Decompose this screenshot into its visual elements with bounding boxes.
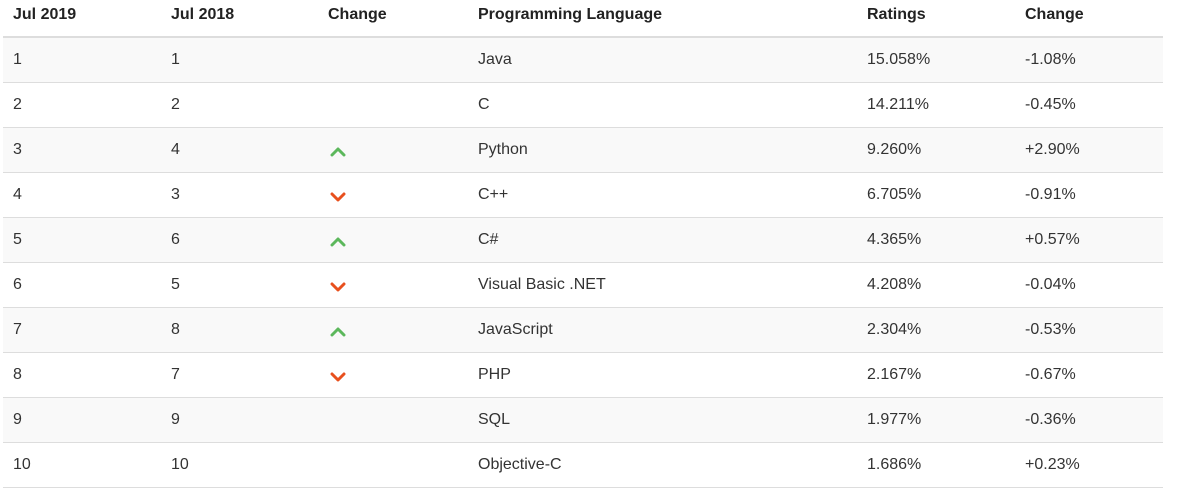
cell-rank-2019: 1: [3, 37, 161, 83]
cell-language: PHP: [468, 352, 857, 398]
chevron-down-icon: [330, 282, 346, 292]
cell-rank-change: [318, 262, 468, 308]
cell-rank-change: [318, 82, 468, 128]
ranking-table-container: Jul 2019 Jul 2018 Change Programming Lan…: [3, 0, 1163, 488]
cell-rank-2019: 6: [3, 262, 161, 308]
header-rank-2018: Jul 2018: [161, 0, 318, 38]
cell-rank-change: [318, 127, 468, 173]
cell-rating: 6.705%: [857, 172, 1015, 218]
cell-rank-2018: 6: [161, 217, 318, 263]
chevron-up-icon: [330, 327, 346, 337]
cell-language: Java: [468, 37, 857, 83]
cell-rank-2019: 2: [3, 82, 161, 128]
cell-rating-change: -0.91%: [1015, 172, 1163, 218]
header-ratings: Ratings: [857, 0, 1015, 38]
cell-language: C: [468, 82, 857, 128]
header-language: Programming Language: [468, 0, 857, 38]
cell-rank-change: [318, 442, 468, 488]
table-body: 1 1 Java 15.058% -1.08% 2 2 C 14.211% -0.45% 3 4 Pyt…: [3, 37, 1163, 488]
cell-rank-2019: 9: [3, 397, 161, 443]
cell-rating-change: +0.57%: [1015, 217, 1163, 263]
cell-rank-2019: 8: [3, 352, 161, 398]
cell-rank-change: [318, 217, 468, 263]
cell-language: Objective-C: [468, 442, 857, 488]
table-row: 5 6 C# 4.365% +0.57%: [3, 217, 1163, 263]
cell-rank-2018: 8: [161, 307, 318, 353]
table-row: 7 8 JavaScript 2.304% -0.53%: [3, 307, 1163, 353]
cell-rank-change: [318, 397, 468, 443]
cell-language: C++: [468, 172, 857, 218]
cell-language: Visual Basic .NET: [468, 262, 857, 308]
table-row: 2 2 C 14.211% -0.45%: [3, 82, 1163, 128]
cell-rank-2018: 3: [161, 172, 318, 218]
cell-rating: 2.304%: [857, 307, 1015, 353]
cell-rank-2018: 9: [161, 397, 318, 443]
cell-rating: 4.208%: [857, 262, 1015, 308]
cell-rank-2018: 4: [161, 127, 318, 173]
cell-rating-change: -0.04%: [1015, 262, 1163, 308]
header-ratings-change: Change: [1015, 0, 1163, 38]
table-row: 3 4 Python 9.260% +2.90%: [3, 127, 1163, 173]
cell-rank-2018: 1: [161, 37, 318, 83]
cell-language: C#: [468, 217, 857, 263]
cell-rating-change: +2.90%: [1015, 127, 1163, 173]
cell-rating: 14.211%: [857, 82, 1015, 128]
cell-rating-change: -0.45%: [1015, 82, 1163, 128]
table-header: Jul 2019 Jul 2018 Change Programming Lan…: [3, 0, 1163, 38]
ranking-table: Jul 2019 Jul 2018 Change Programming Lan…: [3, 0, 1163, 488]
cell-rating-change: -0.36%: [1015, 397, 1163, 443]
cell-rank-2018: 10: [161, 442, 318, 488]
chevron-up-icon: [330, 147, 346, 157]
cell-rating-change: +0.23%: [1015, 442, 1163, 488]
cell-language: SQL: [468, 397, 857, 443]
table-row: 6 5 Visual Basic .NET 4.208% -0.04%: [3, 262, 1163, 308]
header-rank-change: Change: [318, 0, 468, 38]
table-row: 10 10 Objective-C 1.686% +0.23%: [3, 442, 1163, 488]
cell-rank-2018: 5: [161, 262, 318, 308]
cell-rating: 1.686%: [857, 442, 1015, 488]
cell-rank-change: [318, 37, 468, 83]
table-row: 8 7 PHP 2.167% -0.67%: [3, 352, 1163, 398]
chevron-down-icon: [330, 372, 346, 382]
table-row: 1 1 Java 15.058% -1.08%: [3, 37, 1163, 83]
cell-rank-2019: 3: [3, 127, 161, 173]
cell-rank-2019: 4: [3, 172, 161, 218]
cell-rating: 4.365%: [857, 217, 1015, 263]
table-row: 4 3 C++ 6.705% -0.91%: [3, 172, 1163, 218]
cell-rank-2018: 7: [161, 352, 318, 398]
cell-rank-2018: 2: [161, 82, 318, 128]
cell-rating-change: -1.08%: [1015, 37, 1163, 83]
cell-rating-change: -0.67%: [1015, 352, 1163, 398]
cell-rating: 15.058%: [857, 37, 1015, 83]
cell-rank-2019: 7: [3, 307, 161, 353]
cell-rating: 2.167%: [857, 352, 1015, 398]
cell-rating: 9.260%: [857, 127, 1015, 173]
cell-rating: 1.977%: [857, 397, 1015, 443]
cell-rank-2019: 5: [3, 217, 161, 263]
cell-rating-change: -0.53%: [1015, 307, 1163, 353]
cell-language: Python: [468, 127, 857, 173]
cell-rank-change: [318, 307, 468, 353]
cell-language: JavaScript: [468, 307, 857, 353]
table-row: 9 9 SQL 1.977% -0.36%: [3, 397, 1163, 443]
chevron-up-icon: [330, 237, 346, 247]
cell-rank-2019: 10: [3, 442, 161, 488]
header-row: Jul 2019 Jul 2018 Change Programming Lan…: [3, 0, 1163, 38]
cell-rank-change: [318, 172, 468, 218]
header-rank-2019: Jul 2019: [3, 0, 161, 38]
chevron-down-icon: [330, 192, 346, 202]
cell-rank-change: [318, 352, 468, 398]
